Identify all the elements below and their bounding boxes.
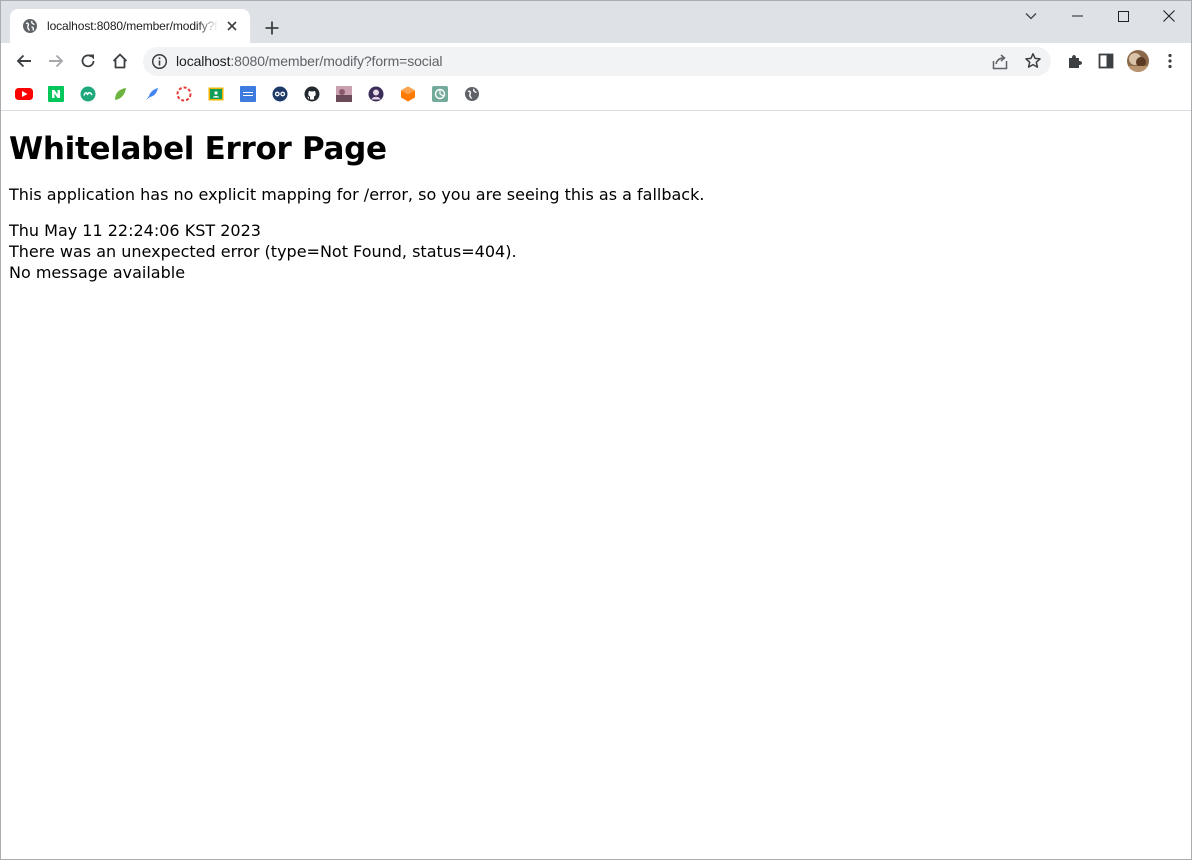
chevron-down-icon <box>1025 13 1037 20</box>
error-details: Thu May 11 22:24:06 KST 2023 There was a… <box>9 220 1183 283</box>
close-icon <box>1163 10 1175 22</box>
arrow-left-icon <box>16 54 31 68</box>
avatar-icon <box>368 86 384 102</box>
lifebuoy-icon <box>176 86 192 102</box>
bookmarks-bar <box>1 79 1191 111</box>
plus-icon <box>265 21 279 35</box>
maximize-button[interactable] <box>1100 1 1146 31</box>
leaf-icon <box>115 88 126 100</box>
reload-button[interactable] <box>72 45 104 77</box>
bookmark-github[interactable] <box>303 85 321 103</box>
app-icon <box>80 86 96 102</box>
more-vert-icon <box>1168 53 1172 69</box>
avatar <box>1127 50 1149 72</box>
bookmark-cube[interactable] <box>399 85 417 103</box>
bookmark-avatar[interactable] <box>367 85 385 103</box>
tab-title: localhost:8080/member/modify?form=social <box>47 19 218 33</box>
bookmark-naver[interactable] <box>47 85 65 103</box>
url-host: localhost <box>176 53 231 69</box>
bookmark-app[interactable] <box>79 85 97 103</box>
puzzle-icon <box>1068 54 1082 68</box>
error-message: No message available <box>9 263 186 282</box>
github-icon <box>304 86 320 102</box>
close-window-button[interactable] <box>1146 1 1191 31</box>
share-icon[interactable] <box>991 53 1009 71</box>
tab-search-button[interactable] <box>1008 1 1054 31</box>
side-panel-button[interactable] <box>1090 45 1122 77</box>
minimize-button[interactable] <box>1054 1 1100 31</box>
bookmark-chatgpt[interactable] <box>431 85 449 103</box>
home-button[interactable] <box>104 45 136 77</box>
error-timestamp: Thu May 11 22:24:06 KST 2023 <box>9 221 261 240</box>
error-status: There was an unexpected error (type=Not … <box>9 242 517 261</box>
profile-button[interactable] <box>1122 45 1154 77</box>
error-description: This application has no explicit mapping… <box>9 185 705 204</box>
minimize-icon <box>1071 15 1083 17</box>
reload-icon <box>81 54 95 68</box>
globe-icon <box>23 19 37 33</box>
url-path: :8080/member/modify?form=social <box>230 53 443 69</box>
star-icon[interactable] <box>1024 52 1042 70</box>
forward-button[interactable] <box>40 45 72 77</box>
photo-icon <box>336 86 352 102</box>
new-tab-button[interactable] <box>259 15 285 41</box>
page-content: Whitelabel Error Page This application h… <box>1 112 1191 859</box>
extensions-button[interactable] <box>1058 45 1090 77</box>
address-bar[interactable]: localhost:8080/member/modify?form=social <box>143 47 1051 76</box>
back-button[interactable] <box>8 45 40 77</box>
board-icon <box>240 86 256 102</box>
bookmark-youtube[interactable] <box>15 85 33 103</box>
page-title: Whitelabel Error Page <box>9 131 387 167</box>
bookmark-board[interactable] <box>239 85 257 103</box>
bookmark-classroom[interactable] <box>207 85 225 103</box>
maximize-icon <box>1117 10 1129 22</box>
youtube-icon <box>15 88 33 100</box>
bookmark-spring[interactable] <box>111 85 129 103</box>
close-tab-icon[interactable] <box>224 18 240 34</box>
tab-active[interactable]: localhost:8080/member/modify?form=social <box>10 9 250 43</box>
toolbar: localhost:8080/member/modify?form=social <box>1 43 1191 79</box>
bookmark-lifebuoy[interactable] <box>175 85 193 103</box>
browser-window: localhost:8080/member/modify?form=social <box>0 0 1192 860</box>
home-icon <box>112 53 128 69</box>
url-text[interactable]: localhost:8080/member/modify?form=social <box>176 53 443 70</box>
cube-icon <box>401 86 415 102</box>
bookmark-photo[interactable] <box>335 85 353 103</box>
owl-icon <box>272 86 288 102</box>
bookmark-owl[interactable] <box>271 85 289 103</box>
bookmark-globe[interactable] <box>463 85 481 103</box>
tab-strip: localhost:8080/member/modify?form=social <box>1 1 1191 43</box>
arrow-right-icon <box>49 54 64 68</box>
side-panel-icon <box>1098 53 1114 69</box>
chatgpt-icon <box>432 86 448 102</box>
feather-icon <box>146 88 158 100</box>
bookmark-feather[interactable] <box>143 85 161 103</box>
classroom-icon <box>208 87 224 101</box>
globe-icon <box>465 87 479 101</box>
menu-button[interactable] <box>1154 45 1186 77</box>
naver-icon <box>48 86 64 102</box>
info-icon[interactable] <box>151 53 168 70</box>
